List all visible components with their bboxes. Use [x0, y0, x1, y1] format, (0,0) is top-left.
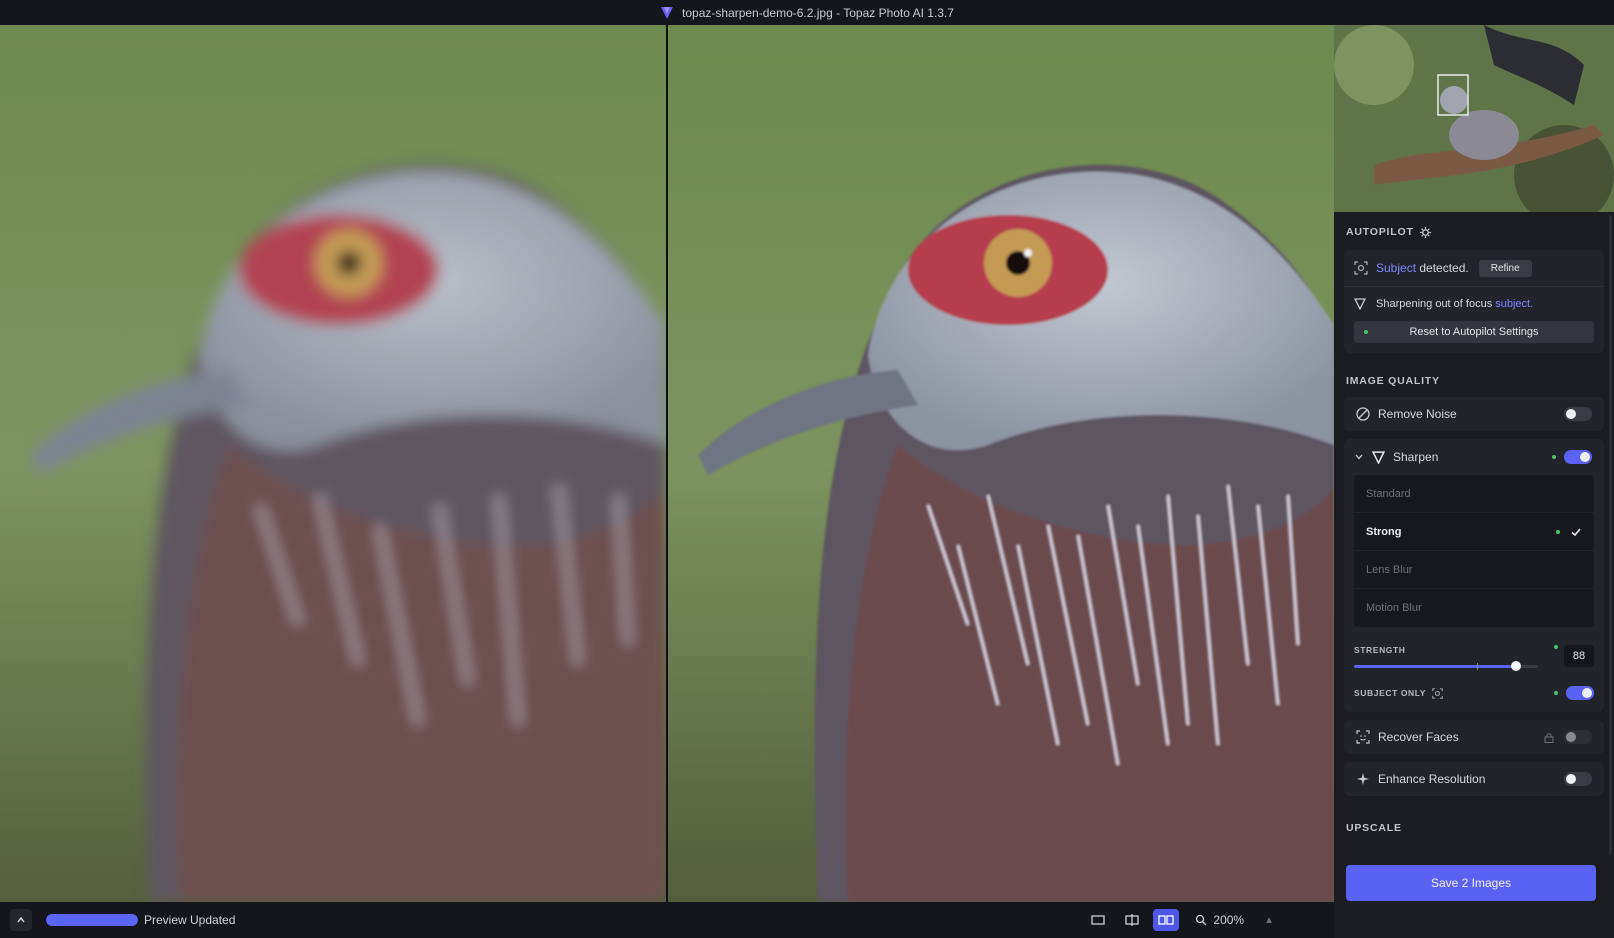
sharpen-header-row[interactable]: Sharpen: [1344, 439, 1604, 475]
sharpen-label: Sharpen: [1393, 450, 1439, 464]
subject-detected-row: Subject detected. Refine: [1344, 258, 1604, 278]
sharpen-status-text: Sharpening out of focus: [1376, 298, 1496, 310]
chevron-up-icon[interactable]: [10, 909, 32, 931]
remove-noise-card[interactable]: Remove Noise: [1344, 397, 1604, 431]
progress-fill: [46, 914, 138, 926]
view-mode-controls: 200% ▲: [1085, 909, 1274, 931]
remove-noise-row: Remove Noise: [1356, 397, 1592, 431]
subject-only-row: SUBJECT ONLY: [1344, 686, 1604, 700]
sparkle-icon: [1357, 773, 1369, 785]
sharpen-mode-label: Standard: [1366, 487, 1411, 500]
title-bar: topaz-sharpen-demo-6.2.jpg - Topaz Photo…: [0, 0, 1614, 25]
navigator-thumbnail[interactable]: [1334, 25, 1614, 212]
zoom-level: 200%: [1213, 913, 1245, 927]
subject-link[interactable]: Subject: [1376, 261, 1416, 275]
processed-image-pane[interactable]: [668, 25, 1334, 902]
scrollbar[interactable]: [1609, 215, 1612, 855]
sharpen-icon: [1372, 450, 1385, 464]
sharpen-mode-label: Strong: [1366, 525, 1402, 538]
side-by-side-icon[interactable]: [1153, 909, 1180, 931]
subject-detected-text: detected.: [1416, 261, 1469, 275]
recover-faces-toggle[interactable]: [1564, 730, 1592, 744]
upscale-header: UPSCALE: [1334, 822, 1614, 834]
slider-thumb[interactable]: [1510, 661, 1521, 671]
single-view-icon[interactable]: [1085, 909, 1111, 931]
sidebar: AUTOPILOT Subject detected. Refine Sharp…: [1334, 25, 1614, 938]
status-text: Preview Updated: [144, 913, 236, 927]
status-dot: [1364, 330, 1368, 334]
enhance-resolution-label: Enhance Resolution: [1378, 772, 1486, 786]
image-quality-header: IMAGE QUALITY: [1334, 375, 1614, 387]
topaz-logo-icon: [661, 6, 674, 19]
sharpen-icon: [1354, 298, 1366, 310]
autopilot-title: AUTOPILOT: [1346, 226, 1414, 238]
strength-value[interactable]: 88: [1564, 645, 1594, 667]
autopilot-header: AUTOPILOT: [1334, 226, 1614, 238]
chevron-down-icon[interactable]: [1354, 452, 1364, 462]
slider-default-tick: [1477, 663, 1479, 670]
progress-bar: [46, 914, 138, 926]
strength-slider[interactable]: [1354, 661, 1538, 671]
status-dot: [1552, 455, 1556, 459]
autopilot-card: Subject detected. Refine Sharpening out …: [1344, 250, 1604, 353]
subject-only-label: SUBJECT ONLY: [1354, 688, 1427, 698]
caret-up-icon[interactable]: ▲: [1264, 915, 1274, 926]
upscale-title: UPSCALE: [1346, 822, 1402, 834]
zoom-icon: [1196, 914, 1207, 926]
subject-focus-icon: [1354, 261, 1368, 275]
remove-noise-label: Remove Noise: [1378, 407, 1457, 421]
original-image-pane[interactable]: [0, 25, 668, 902]
sharpen-status-row: Sharpening out of focus subject.: [1344, 295, 1604, 313]
sharpen-mode-label: Lens Blur: [1366, 563, 1413, 576]
recover-faces-label: Recover Faces: [1378, 730, 1459, 744]
sharpen-card: Sharpen Standard Strong Lens Blur Motion Bl…: [1344, 439, 1604, 712]
status-dot: [1554, 645, 1558, 649]
navigator-image: [1334, 25, 1614, 212]
sharpen-mode-list: Standard Strong Lens Blur Motion Blur: [1354, 475, 1594, 627]
sharpen-toggle[interactable]: [1564, 450, 1592, 464]
enhance-resolution-toggle[interactable]: [1564, 772, 1592, 786]
checkmark-icon: [1571, 527, 1581, 536]
sharpen-mode-label: Motion Blur: [1366, 602, 1422, 614]
image-viewer[interactable]: [0, 25, 1334, 902]
split-view-icon[interactable]: [1119, 909, 1145, 931]
image-quality-title: IMAGE QUALITY: [1346, 375, 1440, 387]
save-images-button[interactable]: Save 2 Images: [1346, 865, 1596, 901]
recover-faces-row: Recover Faces: [1356, 720, 1592, 754]
status-dot: [1556, 529, 1560, 534]
subject-focus-icon: [1432, 687, 1443, 699]
sharpen-mode-item[interactable]: Motion Blur: [1354, 589, 1594, 627]
slider-fill: [1354, 665, 1516, 668]
refine-button[interactable]: Refine: [1478, 259, 1532, 277]
reset-autopilot-label: Reset to Autopilot Settings: [1409, 326, 1539, 338]
enhance-resolution-card[interactable]: Enhance Resolution: [1344, 762, 1604, 796]
reset-autopilot-button[interactable]: Reset to Autopilot Settings: [1354, 321, 1594, 343]
subject-only-toggle[interactable]: [1566, 686, 1594, 700]
zoom-control[interactable]: 200%: [1195, 913, 1244, 927]
sharpen-mode-item[interactable]: Lens Blur: [1354, 551, 1594, 589]
status-dot: [1554, 691, 1558, 695]
recover-faces-card[interactable]: Recover Faces: [1344, 720, 1604, 754]
sharpen-mode-item[interactable]: Standard: [1354, 475, 1594, 513]
lock-icon: [1544, 732, 1554, 743]
enhance-resolution-row: Enhance Resolution: [1356, 762, 1592, 796]
bottom-bar: Preview Updated 200% ▲: [0, 902, 1334, 938]
recover-faces-icon: [1356, 730, 1370, 744]
remove-noise-toggle[interactable]: [1564, 407, 1592, 421]
strength-row: STRENGTH 88: [1344, 645, 1604, 671]
divider: [1344, 286, 1604, 287]
strength-label: STRENGTH: [1354, 645, 1406, 655]
gear-icon[interactable]: [1419, 226, 1431, 238]
remove-noise-icon: [1356, 407, 1370, 421]
subject-link-2[interactable]: subject.: [1495, 298, 1533, 310]
window-title: topaz-sharpen-demo-6.2.jpg - Topaz Photo…: [682, 5, 954, 20]
original-image: [0, 25, 666, 902]
sharpen-mode-item[interactable]: Strong: [1354, 513, 1594, 551]
processed-image: [668, 25, 1334, 902]
